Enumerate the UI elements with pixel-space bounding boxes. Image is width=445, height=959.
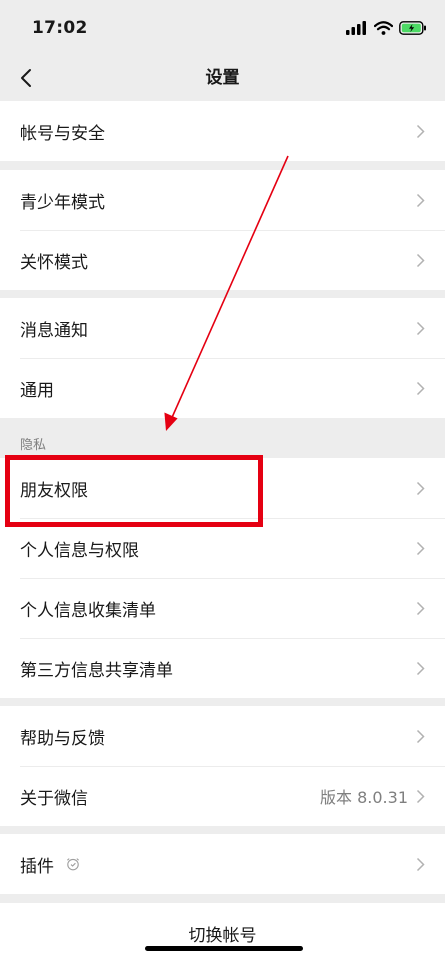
annotation-arrow bbox=[164, 155, 289, 431]
settings-screen: 17:02 设置 帐号与安全 青少年模式 关怀模式 消息通知 通用 隐私 朋友权… bbox=[0, 0, 445, 959]
